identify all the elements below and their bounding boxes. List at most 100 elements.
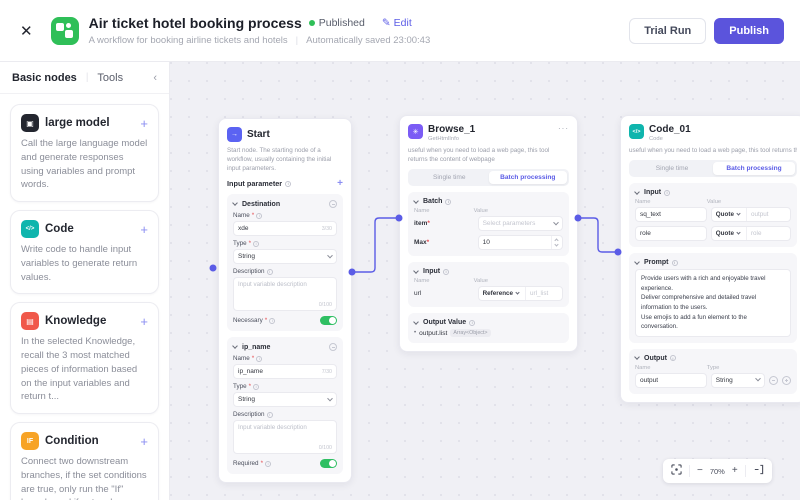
parameter-section-ip-name: ip_name Name*i ip_name 7/30 Type*i Strin… [227, 337, 343, 474]
more-menu-icon[interactable]: ··· [558, 124, 569, 133]
start-output-port[interactable] [349, 269, 356, 276]
code-node[interactable]: </> Code_01 Code useful when you need to… [620, 115, 800, 403]
tab-single-time[interactable]: Single time [631, 162, 713, 175]
item-select[interactable]: Select parameters [478, 216, 563, 231]
tab-basic-nodes[interactable]: Basic nodes [12, 72, 77, 84]
input-name-field[interactable]: sq_text [635, 207, 707, 222]
add-large-model-button[interactable]: + [140, 116, 148, 131]
publish-button[interactable]: Publish [714, 18, 784, 44]
browse-description: useful when you need to load a web page,… [408, 146, 569, 164]
type-select[interactable]: String [233, 392, 337, 407]
prompt-textarea[interactable]: Provide users with a rich and enjoyable … [635, 269, 791, 337]
quote-mode-select[interactable]: Quote [712, 208, 747, 221]
name-input[interactable]: ip_name 7/30 [233, 364, 337, 379]
large-model-icon: ▣ [21, 114, 39, 132]
code-description: useful when you need to load a web page,… [629, 146, 797, 155]
zoom-level: 70% [710, 467, 725, 476]
output-type-select[interactable]: String [711, 373, 765, 388]
chevron-down-icon[interactable] [413, 319, 419, 325]
add-output-icon[interactable] [782, 376, 791, 385]
add-condition-button[interactable]: + [140, 434, 148, 449]
chevron-down-icon[interactable] [634, 259, 640, 265]
name-input[interactable]: xde 3/30 [233, 221, 337, 236]
type-select[interactable]: String [233, 249, 337, 264]
canvas-zoom-toolbar: − 70% + [663, 459, 772, 483]
input-value-control[interactable]: Quote role [711, 226, 791, 241]
condition-icon: IF [21, 432, 39, 450]
chevron-down-icon[interactable] [413, 198, 419, 204]
browse-output-port[interactable] [575, 215, 582, 222]
fit-view-icon[interactable] [671, 464, 682, 478]
remove-parameter-icon[interactable] [329, 343, 337, 351]
input-value-control[interactable]: Quote output [711, 207, 791, 222]
number-stepper[interactable] [551, 236, 558, 249]
start-node[interactable]: → Start Start node. The starting node of… [218, 118, 352, 483]
code-input-port[interactable] [615, 249, 622, 256]
layout-bracket-icon[interactable] [753, 464, 764, 478]
code-icon: </> [21, 220, 39, 238]
chevron-down-icon[interactable] [634, 354, 640, 360]
zoom-in-button[interactable]: + [732, 466, 738, 476]
max-input[interactable]: 10 [478, 235, 563, 250]
chevron-down-icon[interactable] [413, 268, 419, 274]
tab-tools[interactable]: Tools [97, 72, 123, 84]
chevron-down-icon[interactable] [232, 201, 238, 207]
start-input-port[interactable] [210, 265, 217, 272]
chevron-down-icon [327, 396, 333, 402]
info-icon: i [253, 384, 259, 390]
info-icon: i [670, 355, 676, 361]
info-icon: i [265, 461, 271, 467]
info-icon: i [664, 190, 670, 196]
knowledge-icon: ▤ [21, 312, 39, 330]
browse-node[interactable]: ✳ Browse_1 GetHtmlInfo ··· useful when y… [399, 115, 578, 352]
chevron-down-icon [755, 376, 761, 382]
info-icon: i [267, 269, 273, 275]
info-icon: i [285, 181, 291, 187]
tab-single-time[interactable]: Single time [410, 171, 489, 184]
param-item-label: item* [414, 220, 474, 227]
description-textarea[interactable]: Input variable description 0/100 [233, 277, 337, 311]
trial-run-button[interactable]: Trial Run [629, 18, 706, 44]
url-value-control[interactable]: Reference url_list [478, 286, 563, 301]
chevron-down-icon[interactable] [634, 189, 640, 195]
info-icon: i [256, 356, 262, 362]
output-type-badge: Array<Object> [450, 329, 490, 337]
start-icon: → [227, 127, 242, 142]
close-icon[interactable]: ✕ [20, 22, 33, 40]
node-card-condition[interactable]: IF Condition + Connect two downstream br… [10, 422, 159, 500]
info-icon: i [256, 213, 262, 219]
required-toggle[interactable] [320, 459, 337, 468]
chevron-down-icon [736, 212, 740, 216]
info-icon: i [253, 241, 259, 247]
output-name-field[interactable]: output [635, 373, 707, 388]
input-name-field[interactable]: role [635, 226, 707, 241]
param-url-label: url [414, 290, 474, 297]
info-icon: i [269, 318, 275, 324]
node-card-large-model[interactable]: ▣ large model + Call the large language … [10, 104, 159, 202]
browse-input-port[interactable] [396, 215, 403, 222]
add-knowledge-button[interactable]: + [140, 314, 148, 329]
status-badge: Published [309, 17, 365, 29]
node-card-knowledge[interactable]: ▤ Knowledge + In the selected Knowledge,… [10, 302, 159, 414]
input-section: Input i Name Value sq_text Quote output … [629, 183, 797, 247]
zoom-out-button[interactable]: − [697, 466, 703, 476]
edit-button[interactable]: ✎ Edit [382, 17, 412, 29]
reference-mode-select[interactable]: Reference [479, 287, 526, 300]
autosave-status: Automatically saved 23:00:43 [306, 35, 430, 46]
description-textarea[interactable]: Input variable description 0/100 [233, 420, 337, 454]
input-section: Input i Name Value url Reference url_lis… [408, 262, 569, 307]
tab-batch-processing[interactable]: Batch processing [489, 171, 568, 184]
necessary-toggle[interactable] [320, 316, 337, 325]
tab-batch-processing[interactable]: Batch processing [713, 162, 795, 175]
node-card-code[interactable]: </> Code + Write code to handle input va… [10, 210, 159, 294]
quote-mode-select[interactable]: Quote [712, 227, 747, 240]
edit-icon: ✎ [382, 17, 391, 29]
chevron-down-icon [553, 220, 559, 226]
collapse-sidebar-icon[interactable]: ‹ [153, 72, 157, 84]
chevron-down-icon[interactable] [232, 344, 238, 350]
info-icon: i [267, 412, 273, 418]
add-parameter-button[interactable]: + [337, 178, 343, 189]
remove-parameter-icon[interactable] [329, 200, 337, 208]
remove-output-icon[interactable] [769, 376, 778, 385]
add-code-button[interactable]: + [140, 222, 148, 237]
